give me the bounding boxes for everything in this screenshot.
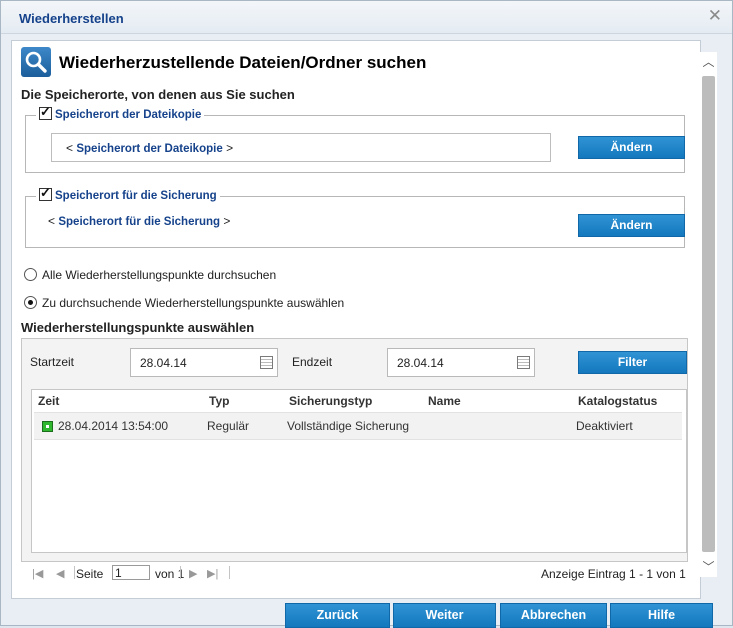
table-row[interactable]: 28.04.2014 13:54:00 Regulär Vollständige…	[34, 412, 682, 440]
radio-select-points-button[interactable]	[24, 296, 37, 309]
next-page-icon[interactable]: ▶	[189, 567, 197, 580]
cell-sicherungstyp: Vollständige Sicherung	[287, 419, 410, 433]
chevron-down-icon[interactable]: ﹀	[700, 557, 717, 577]
end-label: Endzeit	[292, 355, 333, 369]
file-copy-location-text: < Speicherort der Dateikopie >	[66, 141, 233, 155]
dialog-titlebar: Wiederherstellen ✕	[1, 1, 732, 34]
backup-close-bracket: >	[223, 214, 231, 228]
start-date-field[interactable]: 28.04.14	[130, 348, 278, 377]
pager-separator	[229, 566, 230, 579]
next-button[interactable]: Weiter	[393, 603, 496, 628]
calendar-icon[interactable]	[260, 356, 273, 369]
backup-legend: Speicherort für die Sicherung	[36, 185, 220, 202]
recovery-point-icon	[42, 421, 53, 432]
file-copy-checkbox[interactable]	[39, 104, 52, 120]
backup-open-bracket: <	[48, 214, 56, 228]
change-backup-button[interactable]: Ändern	[578, 214, 685, 237]
search-icon	[21, 47, 51, 77]
scrollbar-thumb[interactable]	[702, 76, 715, 552]
backup-legend-label: Speicherort für die Sicherung	[55, 190, 217, 202]
radio-select-points-label: Zu durchsuchende Wiederherstellungspunkt…	[42, 296, 345, 310]
file-copy-open-bracket: <	[66, 141, 74, 155]
column-header-name[interactable]: Name	[428, 394, 461, 408]
calendar-icon[interactable]	[517, 356, 530, 369]
cell-typ: Regulär	[207, 419, 250, 433]
radio-all-points[interactable]: Alle Wiederherstellungspunkte durchsuche…	[24, 268, 276, 282]
end-date-field[interactable]: 28.04.14	[387, 348, 535, 377]
column-header-zeit[interactable]: Zeit	[38, 394, 59, 408]
display-info: Anzeige Eintrag 1 - 1 von 1	[541, 567, 686, 581]
pager-separator	[180, 566, 181, 579]
file-copy-location-link[interactable]: Speicherort der Dateikopie	[76, 143, 222, 155]
change-file-copy-button[interactable]: Ändern	[578, 136, 685, 159]
prev-page-icon[interactable]: ◀	[56, 567, 64, 580]
backup-group: Speicherort für die Sicherung < Speicher…	[25, 185, 685, 248]
file-copy-location-field: < Speicherort der Dateikopie >	[51, 133, 551, 162]
column-header-sicherungstyp[interactable]: Sicherungstyp	[289, 394, 372, 408]
pager: |◀ ◀ Seite 1 von 1 ▶ ▶| Anzeige Eintrag …	[24, 560, 688, 586]
dialog-title: Wiederherstellen	[19, 11, 124, 26]
page-input[interactable]: 1	[112, 565, 150, 580]
column-header-katalogstatus[interactable]: Katalogstatus	[578, 394, 657, 408]
end-date-value: 28.04.14	[397, 356, 444, 370]
start-label: Startzeit	[30, 355, 75, 369]
backup-checkbox[interactable]	[39, 185, 52, 201]
vertical-scrollbar[interactable]: ︿ ﹀	[700, 52, 717, 577]
cancel-button[interactable]: Abbrechen	[500, 603, 607, 628]
back-button[interactable]: Zurück	[285, 603, 390, 628]
locations-heading: Die Speicherorte, von denen aus Sie such…	[21, 87, 295, 102]
restore-dialog: Wiederherstellen ✕ Wiederherzustellende …	[0, 0, 733, 626]
file-copy-group: Speicherort der Dateikopie < Speicherort…	[25, 104, 685, 173]
filter-button[interactable]: Filter	[578, 351, 687, 374]
dialog-content: Wiederherzustellende Dateien/Ordner such…	[11, 40, 701, 599]
pager-separator	[74, 566, 75, 579]
page-label: Seite	[76, 567, 104, 581]
points-table: Zeit Typ Sicherungstyp Name Katalogstatu…	[31, 389, 687, 553]
points-panel: Startzeit 28.04.14 Endzeit 28.04.14 Filt…	[21, 338, 688, 562]
last-page-icon[interactable]: ▶|	[207, 567, 218, 580]
file-copy-legend-label: Speicherort der Dateikopie	[55, 109, 202, 121]
chevron-up-icon[interactable]: ︿	[700, 52, 717, 72]
backup-location-text: < Speicherort für die Sicherung >	[48, 214, 230, 228]
close-icon[interactable]: ✕	[708, 6, 722, 26]
column-header-typ[interactable]: Typ	[209, 394, 229, 408]
help-button[interactable]: Hilfe	[610, 603, 713, 628]
start-date-value: 28.04.14	[140, 356, 187, 370]
radio-all-points-button[interactable]	[24, 268, 37, 281]
file-copy-legend: Speicherort der Dateikopie	[36, 104, 205, 121]
cell-katalogstatus: Deaktiviert	[576, 419, 633, 433]
radio-select-points[interactable]: Zu durchsuchende Wiederherstellungspunkt…	[24, 296, 344, 310]
points-heading: Wiederherstellungspunkte auswählen	[21, 320, 255, 335]
backup-location-link[interactable]: Speicherort für die Sicherung	[58, 216, 220, 228]
radio-all-points-label: Alle Wiederherstellungspunkte durchsuche…	[42, 268, 277, 282]
first-page-icon[interactable]: |◀	[32, 567, 43, 580]
page-title: Wiederherzustellende Dateien/Ordner such…	[59, 53, 427, 72]
file-copy-close-bracket: >	[226, 141, 234, 155]
cell-zeit: 28.04.2014 13:54:00	[58, 419, 169, 433]
